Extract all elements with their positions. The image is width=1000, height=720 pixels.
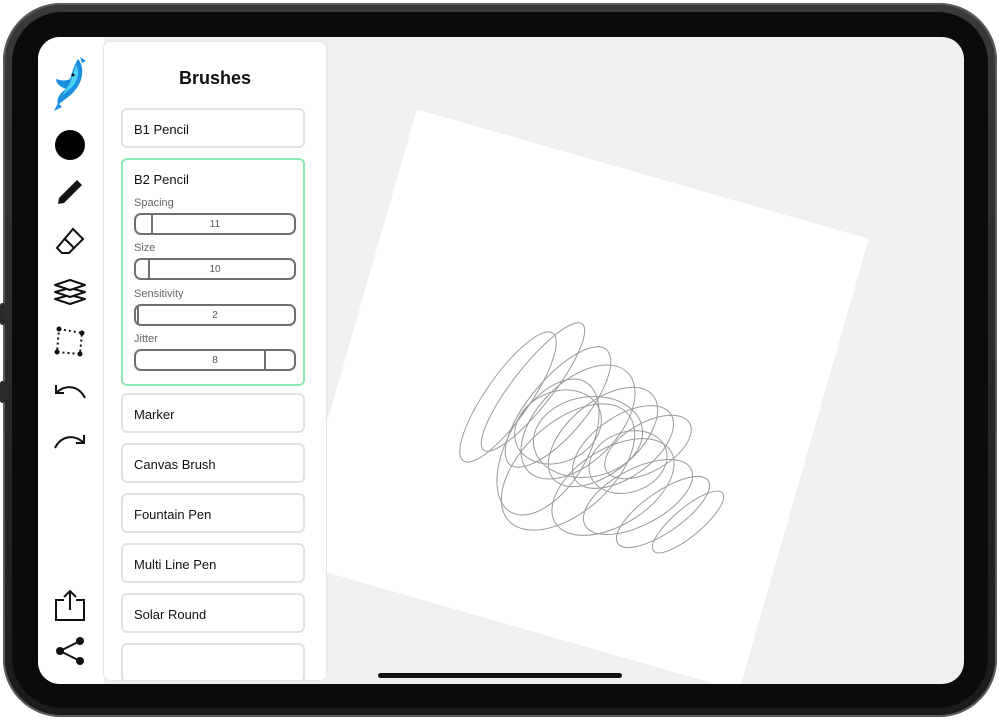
eraser-icon[interactable] bbox=[50, 221, 90, 261]
slider-value: 11 bbox=[209, 219, 221, 230]
home-indicator bbox=[378, 673, 622, 678]
brush-name: Solar Round bbox=[134, 607, 207, 622]
brush-name: B1 Pencil bbox=[134, 122, 189, 137]
brush-item[interactable]: Solar Round bbox=[121, 593, 305, 633]
param-label: Spacing bbox=[134, 197, 174, 209]
undo-icon[interactable] bbox=[50, 371, 90, 411]
param-label: Jitter bbox=[134, 333, 158, 345]
brush-name: B2 Pencil bbox=[134, 172, 189, 187]
sensitivity-slider[interactable]: 2 bbox=[134, 304, 296, 326]
jitter-slider[interactable]: 8 bbox=[134, 349, 296, 371]
volume-button bbox=[0, 303, 5, 325]
export-icon[interactable] bbox=[50, 585, 90, 625]
share-icon[interactable] bbox=[50, 631, 90, 671]
size-slider[interactable]: 10 bbox=[134, 258, 296, 280]
param-label: Size bbox=[134, 242, 156, 254]
brushes-panel: Brushes B1 Pencil B2 Pencil Spacing 11 S… bbox=[104, 42, 326, 680]
brush-name: Fountain Pen bbox=[134, 507, 212, 522]
brush-item[interactable]: Multi Line Pen bbox=[121, 543, 305, 583]
brush-item[interactable] bbox=[121, 643, 305, 680]
brush-name: Multi Line Pen bbox=[134, 557, 217, 572]
slider-value: 2 bbox=[212, 310, 218, 321]
brush-item[interactable]: Marker bbox=[121, 393, 305, 433]
brush-item-active[interactable]: B2 Pencil Spacing 11 Size 10 Sensitivity… bbox=[121, 158, 305, 386]
color-swatch[interactable] bbox=[50, 125, 90, 165]
slider-value: 8 bbox=[212, 355, 218, 366]
brush-name: Marker bbox=[134, 407, 175, 422]
dolphin-logo-icon bbox=[50, 55, 90, 113]
layers-icon[interactable] bbox=[50, 271, 90, 311]
brush-item[interactable]: Canvas Brush bbox=[121, 443, 305, 483]
brush-item[interactable]: B1 Pencil bbox=[121, 108, 305, 148]
app-screen: Brushes B1 Pencil B2 Pencil Spacing 11 S… bbox=[38, 37, 964, 684]
param-label: Sensitivity bbox=[134, 288, 184, 300]
slider-value: 10 bbox=[209, 264, 221, 275]
panel-title: Brushes bbox=[178, 68, 252, 88]
brush-name: Canvas Brush bbox=[134, 457, 216, 472]
spacing-slider[interactable]: 11 bbox=[134, 213, 296, 235]
brush-item[interactable]: Fountain Pen bbox=[121, 493, 305, 533]
pencil-icon[interactable] bbox=[50, 172, 90, 212]
selection-icon[interactable] bbox=[50, 321, 90, 361]
left-toolbar bbox=[38, 37, 104, 684]
redo-icon[interactable] bbox=[50, 421, 90, 461]
volume-button bbox=[0, 381, 5, 403]
pencil-scribble bbox=[459, 322, 725, 554]
